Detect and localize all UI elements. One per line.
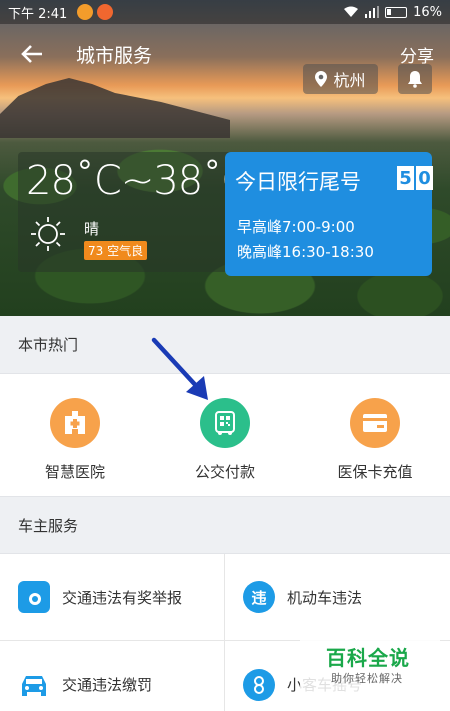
hot-item-label: 医保卡充值 <box>337 463 413 481</box>
limit-number-1: 5 <box>397 166 414 190</box>
temperature-range: 28˚C~38˚C <box>26 158 249 204</box>
status-time: 下午 2:41 <box>8 6 68 22</box>
battery-icon <box>385 6 408 18</box>
air-quality-badge: 73 空气良 <box>84 241 148 260</box>
city-name: 杭州 <box>333 71 366 90</box>
traffic-limit-card[interactable]: 今日限行尾号 5 0 早高峰7:00-9:00 晚高峰16:30-18:30 <box>225 152 433 276</box>
traffic-limit-numbers: 5 0 <box>397 166 433 190</box>
pavilion-silhouette <box>0 78 230 138</box>
notification-button[interactable] <box>398 64 432 94</box>
share-button[interactable]: 分享 <box>400 42 434 67</box>
camera-icon <box>18 581 50 613</box>
owner-item-fine[interactable]: 交通违法缴罚 <box>0 641 225 711</box>
owner-section-title: 车主服务 <box>0 497 450 553</box>
hot-item-hospital[interactable]: 智慧医院 <box>0 374 150 496</box>
morning-peak-hours: 早高峰7:00-9:00 <box>237 218 355 236</box>
watermark-subtitle: 助你轻松解决 <box>331 672 403 685</box>
traffic-limit-title: 今日限行尾号 <box>235 170 361 194</box>
hot-section-title: 本市热门 <box>0 316 450 372</box>
weather-condition: 晴 <box>84 220 100 238</box>
wifi-icon <box>344 6 359 17</box>
car-icon <box>18 669 50 701</box>
annotation-arrow-icon <box>151 337 208 400</box>
city-selector[interactable]: 杭州 <box>303 64 378 94</box>
bus-pay-icon <box>200 398 250 448</box>
page-title: 城市服务 <box>76 44 153 67</box>
chat-notification-icon <box>77 4 94 20</box>
status-bar: 下午 2:41 16% <box>0 0 450 24</box>
watermark-title: 百科全说 <box>326 646 410 670</box>
back-arrow-icon <box>21 45 42 63</box>
nav-bar: 城市服务 分享 <box>0 30 450 78</box>
hot-item-label: 智慧医院 <box>44 463 105 481</box>
owner-item-report[interactable]: 交通违法有奖举报 <box>0 554 225 641</box>
card-recharge-icon <box>350 398 400 448</box>
signal-icon <box>365 6 380 18</box>
lottery-icon <box>243 668 275 701</box>
bell-icon <box>408 71 422 88</box>
hot-item-card-recharge[interactable]: 医保卡充值 <box>300 374 450 496</box>
watermark-logo: 百科全说 助你轻松解决 <box>300 640 440 698</box>
sunny-icon <box>31 217 65 251</box>
owner-item-label: 机动车违法 <box>287 588 363 607</box>
battery-percent: 16% <box>413 4 442 20</box>
app-notification-icon <box>97 4 114 20</box>
weather-card[interactable]: 28˚C~38˚C 晴 73 空气良 <box>18 152 249 272</box>
violation-icon: 违 <box>243 581 275 613</box>
owner-item-label: 交通违法缴罚 <box>62 676 153 694</box>
hospital-icon <box>50 398 100 448</box>
hot-item-label: 公交付款 <box>194 463 255 481</box>
owner-item-label: 交通违法有奖举报 <box>62 588 183 607</box>
limit-number-2: 0 <box>416 166 433 190</box>
owner-item-violation[interactable]: 违 机动车违法 <box>225 554 450 641</box>
evening-peak-hours: 晚高峰16:30-18:30 <box>237 243 374 261</box>
hot-services-panel: 智慧医院 公交付款 医保卡充值 <box>0 373 450 497</box>
back-button[interactable] <box>8 30 56 78</box>
location-pin-icon <box>315 71 328 87</box>
